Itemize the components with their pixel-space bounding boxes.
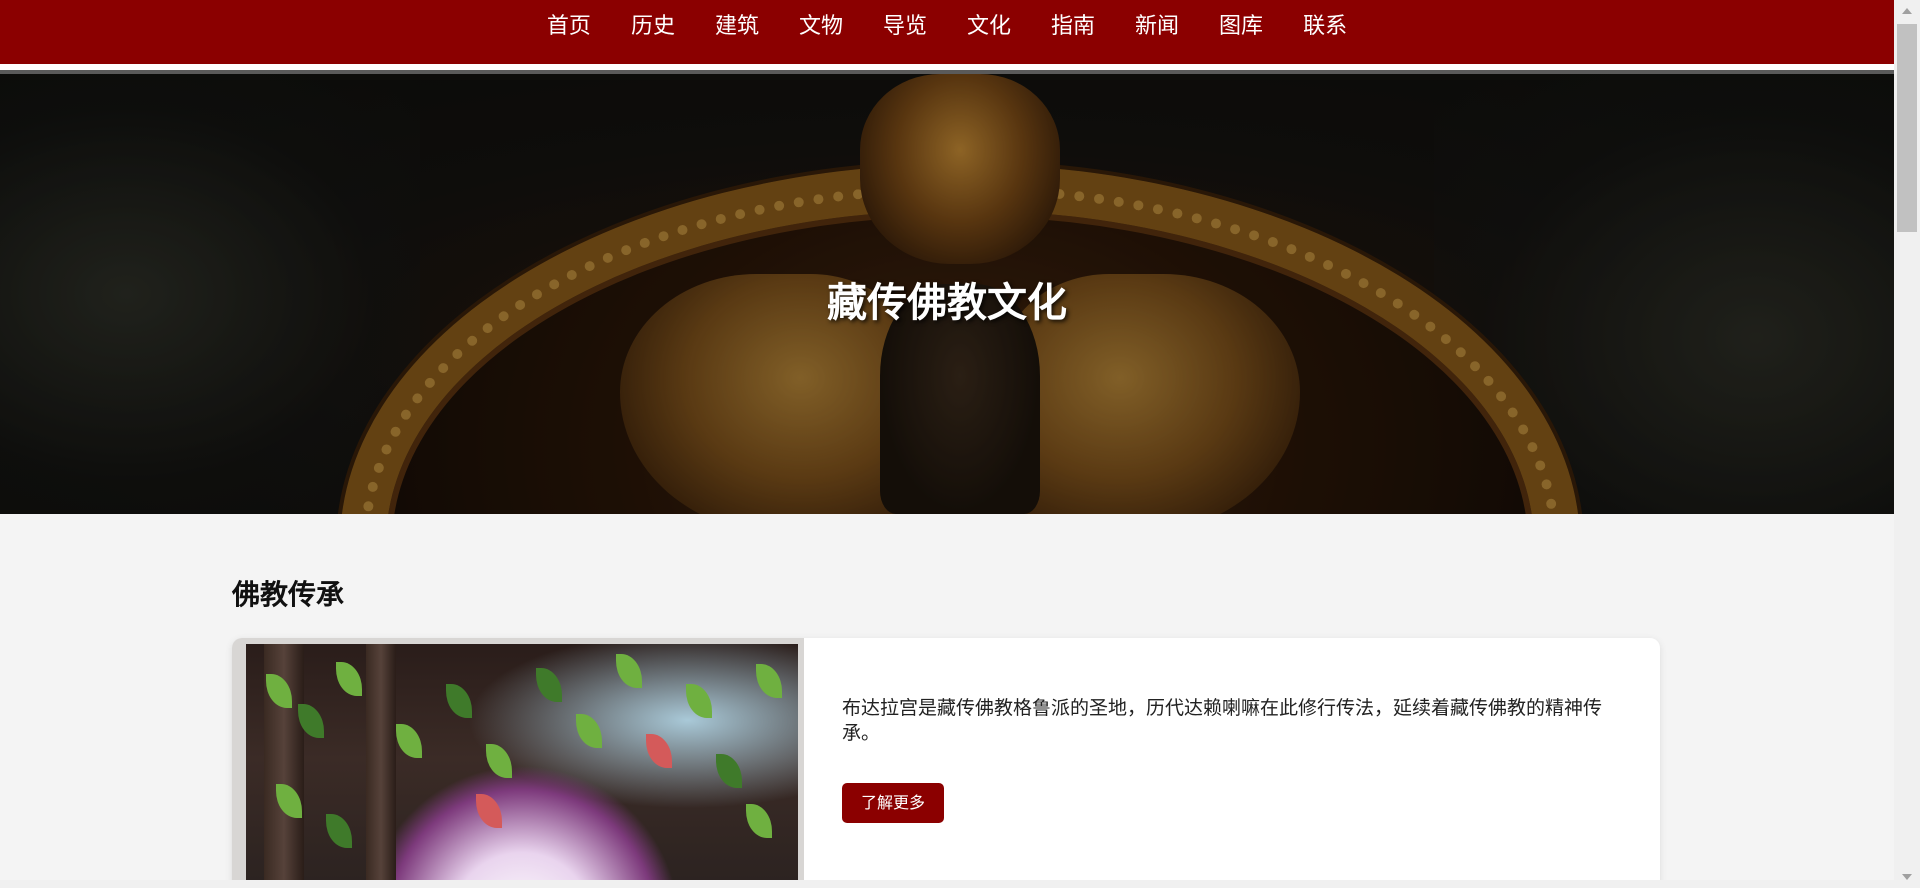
leaf: [326, 814, 352, 848]
nav-item-tour[interactable]: 导览: [863, 12, 947, 42]
content-card: 布达拉宫是藏传佛教格鲁派的圣地，历代达赖喇嘛在此修行传法，延续着藏传佛教的精神传…: [232, 638, 1660, 888]
nav-item-contact[interactable]: 联系: [1283, 12, 1367, 42]
leaf: [446, 684, 472, 718]
nav-list: 首页 历史 建筑 文物 导览 文化 指南 新闻 图库 联系: [527, 12, 1367, 42]
scrollbar-thumb[interactable]: [1897, 24, 1917, 232]
section-title: 佛教传承: [232, 578, 345, 611]
leaf: [486, 744, 512, 778]
nav-item-guide[interactable]: 指南: [1031, 12, 1115, 42]
tree-trunk: [366, 644, 396, 888]
leaf: [716, 754, 742, 788]
card-image: [246, 644, 798, 888]
card-description: 布达拉宫是藏传佛教格鲁派的圣地，历代达赖喇嘛在此修行传法，延续着藏传佛教的精神传…: [842, 697, 1603, 744]
leaf: [576, 714, 602, 748]
learn-more-button[interactable]: 了解更多: [842, 783, 944, 823]
nav-item-culture[interactable]: 文化: [947, 12, 1031, 42]
leaf: [336, 662, 362, 696]
leaf: [646, 734, 672, 768]
nav-item-history[interactable]: 历史: [611, 12, 695, 42]
scroll-up-icon[interactable]: [1902, 8, 1912, 14]
leaf: [686, 684, 712, 718]
nav-item-architecture[interactable]: 建筑: [695, 12, 779, 42]
vertical-scrollbar[interactable]: [1894, 0, 1920, 888]
leaf: [536, 668, 562, 702]
leaf: [616, 654, 642, 688]
nav-item-relics[interactable]: 文物: [779, 12, 863, 42]
scroll-down-icon[interactable]: [1902, 874, 1912, 880]
hero-title: 藏传佛教文化: [827, 280, 1067, 326]
card-image-frame: [232, 638, 804, 888]
top-navigation: 首页 历史 建筑 文物 导览 文化 指南 新闻 图库 联系: [0, 0, 1894, 64]
horizontal-scrollbar[interactable]: [0, 880, 1894, 888]
nav-item-news[interactable]: 新闻: [1115, 12, 1199, 42]
leaf: [476, 794, 502, 828]
leaf: [746, 804, 772, 838]
nav-item-home[interactable]: 首页: [527, 12, 611, 42]
leaf: [756, 664, 782, 698]
hero-banner: 藏传佛教文化: [0, 74, 1894, 514]
leaf: [396, 724, 422, 758]
nav-item-gallery[interactable]: 图库: [1199, 12, 1283, 42]
